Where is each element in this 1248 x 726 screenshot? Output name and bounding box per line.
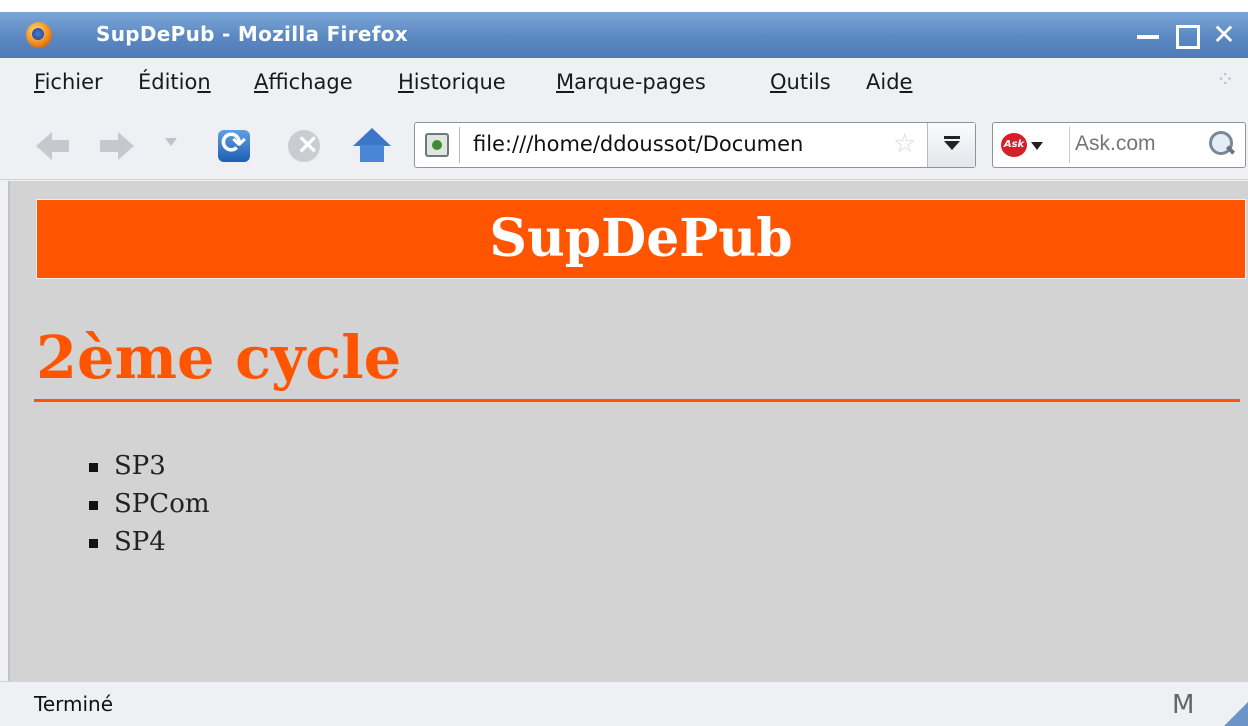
menu-affichage[interactable]: Affichage [254,70,353,94]
title-bar[interactable]: SupDePub - Mozilla Firefox ✕ [0,12,1248,58]
list-item: SP4 [86,527,210,565]
search-input[interactable] [1075,132,1195,156]
stop-icon[interactable] [284,126,324,166]
program-list: SP3 SPCom SP4 [86,451,210,565]
menu-aide[interactable]: Aide [866,70,912,94]
url-history-dropdown-icon[interactable] [927,123,975,167]
reload-icon[interactable] [214,126,254,166]
firefox-window: SupDePub - Mozilla Firefox ✕ Fichier Édi… [0,0,1248,726]
mail-icon[interactable]: M [1172,692,1204,718]
firefox-logo-icon [26,22,52,48]
engine-dropdown-icon[interactable] [1031,142,1043,150]
magnifier-search-icon[interactable] [1207,129,1237,159]
page-favicon-icon [425,133,449,157]
history-dropdown-icon[interactable] [165,138,177,146]
list-item: SP3 [86,451,210,489]
banner-title: SupDePub [489,208,793,269]
resize-grip-icon[interactable] [1224,702,1248,726]
url-separator [459,127,460,163]
menu-bar: Fichier Édition Affichage Historique Mar… [0,58,1248,108]
menu-outils[interactable]: Outils [770,70,831,94]
maximize-icon[interactable] [1172,22,1200,49]
menu-fichier[interactable]: Fichier [34,70,103,94]
home-icon[interactable] [352,126,392,166]
navigation-toolbar: file:///home/ddoussot/Documen ☆ Ask [0,108,1248,180]
list-item: SPCom [86,489,210,527]
search-separator [1069,127,1070,163]
back-arrow-icon[interactable] [34,126,74,166]
ask-engine-icon[interactable]: Ask [1001,133,1027,157]
url-bar[interactable]: file:///home/ddoussot/Documen ☆ [414,122,976,168]
menu-historique[interactable]: Historique [398,70,506,94]
menu-marque-pages[interactable]: Marque-pages [556,70,706,94]
menu-edition[interactable]: Édition [138,70,211,94]
minimize-icon[interactable] [1134,22,1162,48]
forward-arrow-icon[interactable] [96,126,136,166]
throbber-icon: ⁘ [1216,68,1235,93]
page-content: SupDePub 2ème cycle SP3 SPCom SP4 [8,181,1248,681]
close-icon[interactable]: ✕ [1210,21,1238,49]
url-text[interactable]: file:///home/ddoussot/Documen [473,132,803,156]
bookmark-star-icon[interactable]: ☆ [893,129,916,159]
page-heading: 2ème cycle [36,323,402,392]
window-title: SupDePub - Mozilla Firefox [96,22,408,46]
desktop-strip [0,0,1248,12]
status-text: Terminé [34,692,114,716]
heading-underline [34,399,1240,402]
site-banner: SupDePub [36,199,1246,279]
status-bar: Terminé M [0,681,1248,726]
search-bar[interactable]: Ask [992,122,1246,168]
